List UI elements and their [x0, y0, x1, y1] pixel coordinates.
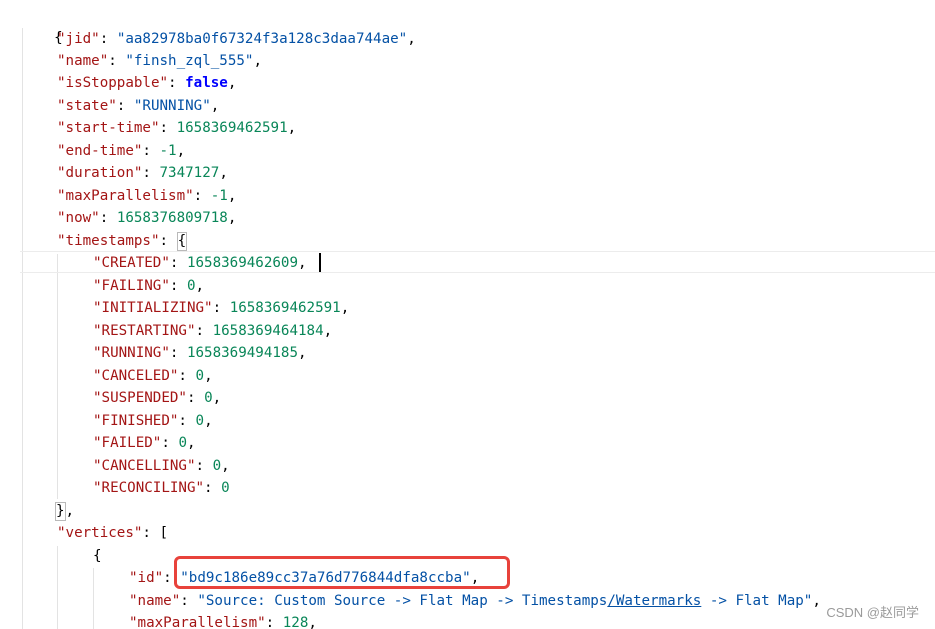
json-key: "id"	[129, 570, 164, 586]
json-number-value: -1	[210, 188, 228, 204]
code-line[interactable]: "RESTARTING": 1658369464184,	[93, 320, 332, 342]
json-number-value: 1658376809718	[116, 210, 228, 226]
open-brace: {	[93, 548, 102, 564]
highlight-annotation-box	[174, 556, 510, 589]
json-number-value: 0	[195, 413, 205, 429]
code-line[interactable]: "FAILED": 0,	[93, 432, 196, 454]
json-key: "vertices"	[57, 525, 143, 541]
json-key: "FINISHED"	[93, 413, 179, 429]
json-number-value: 0	[186, 278, 196, 294]
json-key: "timestamps"	[57, 233, 160, 249]
code-line[interactable]: "state": "RUNNING",	[57, 95, 219, 117]
json-key: "name"	[129, 593, 181, 609]
indent-guide	[57, 546, 58, 629]
code-line[interactable]: "CREATED": 1658369462609,	[93, 252, 307, 274]
code-line[interactable]: "CANCELLING": 0,	[93, 455, 230, 477]
code-line[interactable]: "jid": "aa82978ba0f67324f3a128c3daa744ae…	[57, 28, 416, 50]
code-line[interactable]: "name": "Source: Custom Source -> Flat M…	[129, 590, 821, 612]
json-string-value: "RUNNING"	[133, 98, 211, 114]
json-key: "RECONCILING"	[93, 480, 205, 496]
code-line[interactable]: "INITIALIZING": 1658369462591,	[93, 297, 349, 319]
open-bracket: [	[159, 525, 169, 541]
json-number-value: 0	[204, 390, 213, 406]
json-key: "maxParallelism"	[129, 615, 266, 629]
json-key: "maxParallelism"	[57, 188, 194, 204]
text-cursor	[319, 253, 321, 272]
json-string-value: "Source: Custom Source -> Flat Map -> Ti…	[197, 593, 608, 609]
json-number-value: 0	[195, 368, 205, 384]
json-number-value: 1658369464184	[212, 323, 324, 339]
indent-guide	[93, 568, 94, 629]
code-line[interactable]: "FAILING": 0,	[93, 275, 204, 297]
code-line[interactable]: "start-time": 1658369462591,	[57, 117, 296, 139]
code-line[interactable]: "name": "finsh_zql_555",	[57, 50, 262, 72]
code-line[interactable]: "end-time": -1,	[57, 140, 185, 162]
code-line[interactable]: "CANCELED": 0,	[93, 365, 213, 387]
code-line[interactable]: "maxParallelism": -1,	[57, 185, 236, 207]
code-line[interactable]: {	[20, 5, 63, 46]
json-key: "RUNNING"	[93, 345, 170, 361]
json-viewer: { "jid": "aa82978ba0f67324f3a128c3daa744…	[0, 0, 935, 629]
json-key: "CREATED"	[93, 255, 170, 271]
json-key: "FAILED"	[93, 435, 162, 451]
watermark-text: CSDN @赵同学	[826, 605, 919, 620]
json-key: "isStoppable"	[57, 75, 169, 91]
json-key: "FAILING"	[93, 278, 170, 294]
json-number-value: 7347127	[159, 165, 220, 181]
code-line[interactable]: "isStoppable": false,	[57, 72, 236, 94]
json-key: "CANCELLING"	[93, 458, 196, 474]
code-line[interactable]: "SUSPENDED": 0,	[93, 387, 221, 409]
json-key: "name"	[57, 53, 109, 69]
json-key: "end-time"	[57, 143, 143, 159]
json-string-value: -> Flat Map"	[701, 593, 813, 609]
json-key: "now"	[57, 210, 100, 226]
json-key: "INITIALIZING"	[93, 300, 213, 316]
code-line[interactable]: "FINISHED": 0,	[93, 410, 213, 432]
json-number-value: 0	[221, 480, 230, 496]
json-number-value: 0	[212, 458, 222, 474]
code-line[interactable]: "RECONCILING": 0	[93, 477, 230, 499]
json-number-value: 1658369494185	[186, 345, 299, 361]
json-string-value: "finsh_zql_555"	[125, 53, 254, 69]
code-line[interactable]: "RUNNING": 1658369494185,	[93, 342, 307, 364]
code-line[interactable]: {	[93, 545, 102, 567]
json-boolean-value: false	[185, 75, 228, 91]
code-line[interactable]: "maxParallelism": 128,	[129, 612, 317, 629]
json-number-value: 0	[178, 435, 187, 451]
json-number-value: 1658369462609	[186, 255, 299, 271]
json-number-value: 128	[282, 615, 309, 629]
json-key: "state"	[57, 98, 117, 114]
code-line[interactable]: "duration": 7347127,	[57, 162, 228, 184]
code-line[interactable]: "timestamps": {	[57, 230, 188, 252]
json-number-value: 1658369462591	[176, 120, 288, 136]
code-line[interactable]: },	[55, 500, 74, 522]
json-key: "duration"	[57, 165, 143, 181]
json-key: "start-time"	[57, 120, 160, 136]
indent-guide	[22, 28, 23, 629]
json-key: "RESTARTING"	[93, 323, 196, 339]
json-string-value: "aa82978ba0f67324f3a128c3daa744ae"	[116, 31, 408, 47]
code-line[interactable]: "vertices": [	[57, 522, 168, 544]
json-number-value: 1658369462591	[229, 300, 341, 316]
json-key: "CANCELED"	[93, 368, 179, 384]
json-string-value-underlined: /Watermarks	[607, 593, 702, 609]
json-key: "SUSPENDED"	[93, 390, 187, 406]
code-line[interactable]: "now": 1658376809718,	[57, 207, 236, 229]
indent-guide	[57, 254, 58, 499]
matched-bracket: {	[176, 232, 188, 251]
matched-bracket: }	[55, 502, 66, 521]
json-key: "jid"	[57, 31, 100, 47]
json-number-value: -1	[159, 143, 177, 159]
